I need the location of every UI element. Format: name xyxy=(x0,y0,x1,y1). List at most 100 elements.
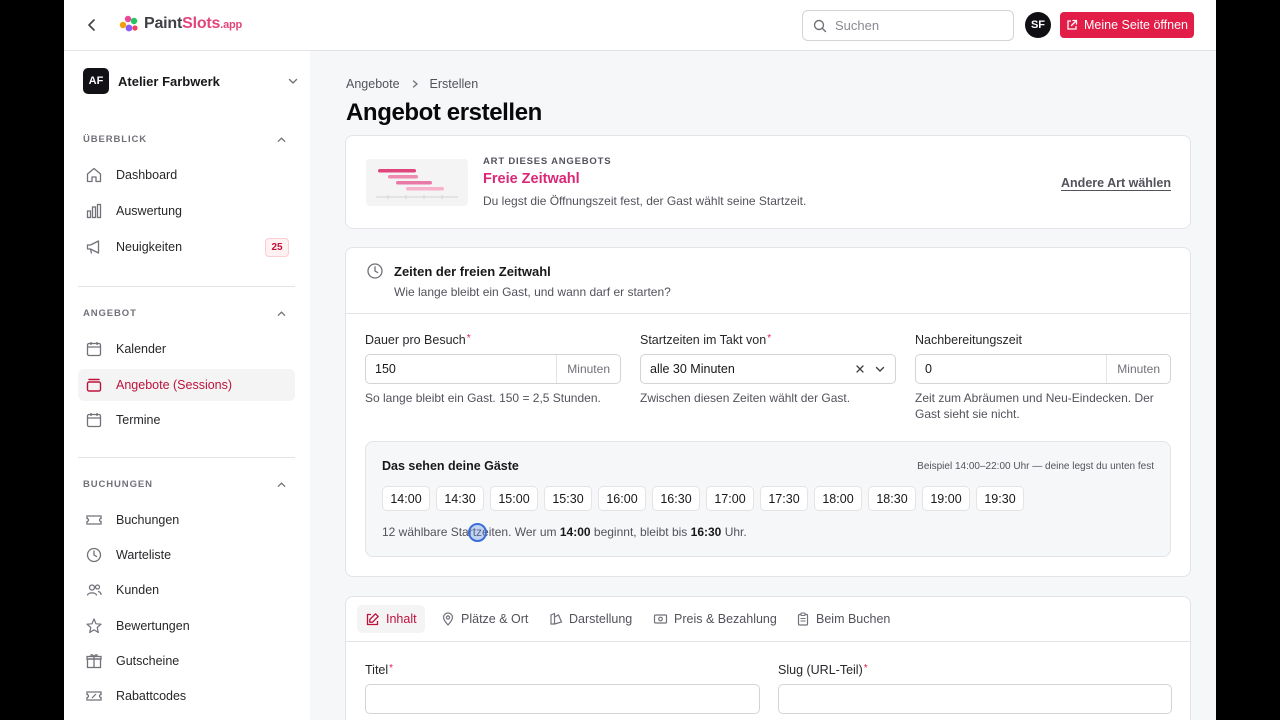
duration-field[interactable]: 150 Minuten xyxy=(365,354,621,384)
times-card-title: Zeiten der freien Zeitwahl xyxy=(394,264,551,279)
cleanup-unit: Minuten xyxy=(1106,355,1170,383)
external-link-icon xyxy=(1067,19,1078,30)
map-pin-icon xyxy=(442,612,454,626)
guest-preview: Das sehen deine Gäste Beispiel 14:00–22:… xyxy=(365,441,1171,557)
interval-helper: Zwischen diesen Zeiten wählt der Gast. xyxy=(640,391,851,405)
clear-icon[interactable] xyxy=(854,363,866,375)
paint-palette-icon xyxy=(119,15,138,32)
duration-helper: So lange bleibt ein Gast. 150 = 2,5 Stun… xyxy=(365,391,601,405)
tab-beim-buchen[interactable]: Beim Buchen xyxy=(788,605,898,633)
sidebar-item-termine[interactable]: Termine xyxy=(78,404,295,436)
interval-value: alle 30 Minuten xyxy=(650,362,735,376)
workspace-avatar: AF xyxy=(83,68,109,94)
calendar-clock-icon xyxy=(86,413,102,428)
time-slot-chip: 16:00 xyxy=(598,486,646,511)
open-my-page-label: Meine Seite öffnen xyxy=(1083,18,1188,32)
sidebar-divider xyxy=(78,457,295,458)
users-icon xyxy=(86,584,102,596)
sidebar-divider xyxy=(78,286,295,287)
clock-icon xyxy=(367,263,383,279)
title-input[interactable] xyxy=(365,684,760,714)
clipboard-icon xyxy=(797,612,809,626)
offer-type-illustration xyxy=(366,159,468,206)
breadcrumb-link-angebote[interactable]: Angebote xyxy=(346,77,400,91)
palette-icon xyxy=(550,612,563,625)
banknote-icon xyxy=(653,614,668,624)
duration-value[interactable]: 150 xyxy=(366,362,556,376)
time-slot-chip: 16:30 xyxy=(652,486,700,511)
cursor-indicator xyxy=(468,523,487,542)
chevron-down-icon xyxy=(875,366,885,372)
sidebar-item-kunden[interactable]: Kunden xyxy=(78,574,295,606)
logo[interactable]: PaintSlots.app xyxy=(118,14,242,34)
section-header-overview[interactable]: ÜBERBLICK xyxy=(83,134,287,145)
clock-icon xyxy=(86,547,102,563)
interval-select[interactable]: alle 30 Minuten xyxy=(640,354,896,384)
content-card: Inhalt Plätze & Ort Darstellung Preis & … xyxy=(345,596,1191,720)
search-input[interactable] xyxy=(835,18,995,33)
bar-chart-icon xyxy=(86,203,102,219)
sidebar-item-bewertungen[interactable]: Bewertungen xyxy=(78,610,295,642)
sidebar-item-auswertung[interactable]: Auswertung xyxy=(78,195,295,227)
sidebar-item-gutscheine[interactable]: Gutscheine xyxy=(78,645,295,677)
layers-icon xyxy=(86,378,102,392)
main-content: Angebote Erstellen Angebot erstellen ART… xyxy=(310,51,1216,720)
search-box[interactable] xyxy=(802,10,1014,41)
open-my-page-button[interactable]: Meine Seite öffnen xyxy=(1060,12,1194,38)
cleanup-label: Nachbereitungszeit xyxy=(915,333,1023,347)
cleanup-field[interactable]: 0 Minuten xyxy=(915,354,1171,384)
calendar-icon xyxy=(86,342,102,357)
back-button[interactable] xyxy=(80,13,104,37)
sidebar: AF Atelier Farbwerk ÜBERBLICK Dashboard … xyxy=(64,51,310,720)
slug-input[interactable] xyxy=(778,684,1172,714)
offer-type-name: Freie Zeitwahl xyxy=(483,171,580,187)
sidebar-item-warteliste[interactable]: Warteliste xyxy=(78,539,295,571)
sidebar-item-dashboard[interactable]: Dashboard xyxy=(78,159,295,191)
ticket-icon xyxy=(86,515,102,525)
preview-note: 12 wählbare Startzeiten. Wer um 14:00 be… xyxy=(382,525,747,539)
time-slot-chip: 14:30 xyxy=(436,486,484,511)
offer-type-description: Du legst die Öffnungszeit fest, der Gast… xyxy=(483,194,807,208)
chevron-down-icon xyxy=(288,78,298,84)
tab-plaetze-ort[interactable]: Plätze & Ort xyxy=(433,605,536,633)
tab-bar: Inhalt Plätze & Ort Darstellung Preis & … xyxy=(346,597,1190,642)
chevron-up-icon xyxy=(277,311,286,316)
tab-preis-bezahlung[interactable]: Preis & Bezahlung xyxy=(645,605,785,633)
time-slot-chips: 14:00 14:30 15:00 15:30 16:00 16:30 17:00 17:30… xyxy=(382,486,1024,511)
change-type-link[interactable]: Andere Art wählen xyxy=(1061,176,1171,190)
sidebar-item-angebote[interactable]: Angebote (Sessions) xyxy=(78,369,295,401)
user-avatar[interactable]: SF xyxy=(1025,12,1051,38)
sidebar-item-rabattcodes[interactable]: Rabattcodes xyxy=(78,680,295,712)
logo-text: PaintSlots.app xyxy=(144,15,243,32)
news-count-badge: 25 xyxy=(265,238,289,257)
workspace-name: Atelier Farbwerk xyxy=(118,73,220,89)
duration-unit: Minuten xyxy=(556,355,620,383)
duration-label: Dauer pro Besuch* xyxy=(365,333,471,347)
ticket-percent-icon xyxy=(86,691,102,701)
section-header-offer[interactable]: ANGEBOT xyxy=(83,308,287,319)
app-window: PaintSlots.app SF Meine Seite öffnen AF … xyxy=(64,0,1216,720)
sidebar-item-kalender[interactable]: Kalender xyxy=(78,333,295,365)
time-slot-chip: 15:00 xyxy=(490,486,538,511)
section-header-bookings[interactable]: BUCHUNGEN xyxy=(83,479,287,490)
chevron-left-icon xyxy=(88,19,95,31)
chevron-right-icon xyxy=(412,80,418,88)
tab-darstellung[interactable]: Darstellung xyxy=(541,605,640,633)
workspace-switcher[interactable]: AF Atelier Farbwerk xyxy=(83,68,299,94)
time-slot-chip: 18:30 xyxy=(868,486,916,511)
search-icon xyxy=(813,19,827,32)
title-label: Titel* xyxy=(365,663,394,677)
slug-label: Slug (URL-Teil)* xyxy=(778,663,868,677)
star-icon xyxy=(86,618,102,634)
sidebar-item-neuigkeiten[interactable]: Neuigkeiten 25 xyxy=(78,231,295,263)
preview-hint: Beispiel 14:00–22:00 Uhr — deine legst d… xyxy=(917,461,1154,472)
sidebar-item-buchungen[interactable]: Buchungen xyxy=(78,504,295,536)
preview-title: Das sehen deine Gäste xyxy=(382,459,519,473)
tab-inhalt[interactable]: Inhalt xyxy=(357,605,425,633)
cleanup-value[interactable]: 0 xyxy=(916,362,1106,376)
time-slot-chip: 17:00 xyxy=(706,486,754,511)
cleanup-helper: Zeit zum Abräumen und Neu-Eindecken. Der… xyxy=(915,391,1154,421)
breadcrumb-current: Erstellen xyxy=(429,77,479,91)
times-card: Zeiten der freien Zeitwahl Wie lange ble… xyxy=(345,247,1191,577)
times-card-header: Zeiten der freien Zeitwahl Wie lange ble… xyxy=(346,248,1190,314)
